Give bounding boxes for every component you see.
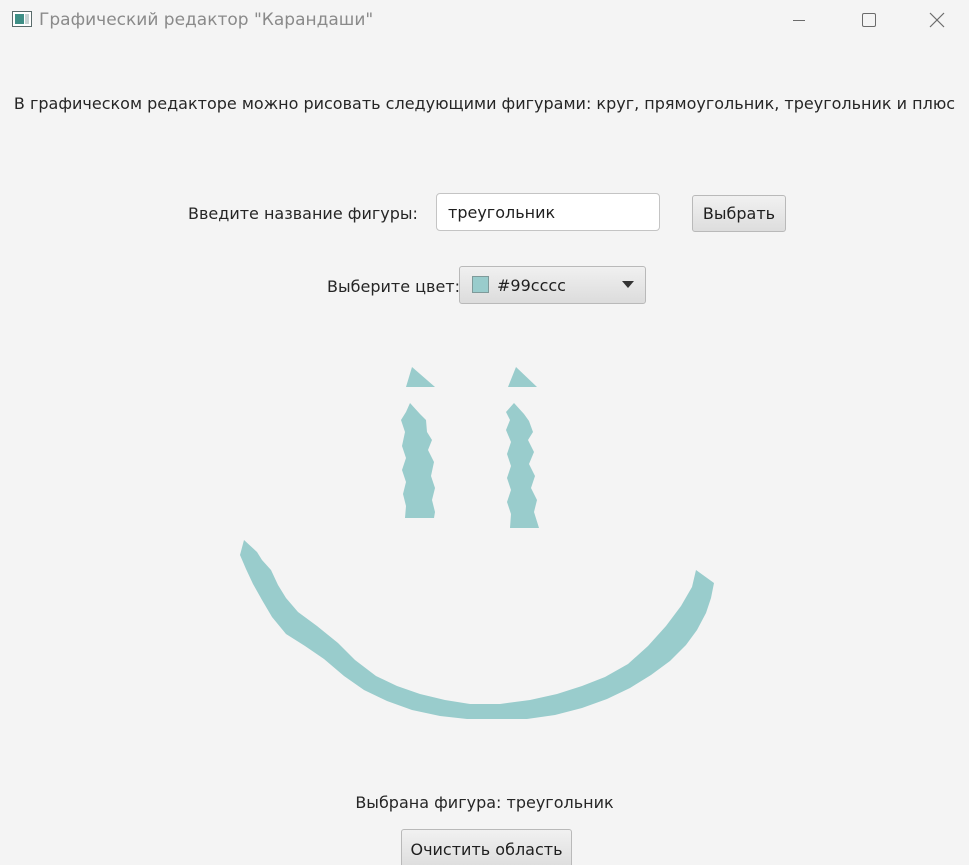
drawing-strokes	[240, 367, 714, 719]
color-label: Выберите цвет:	[327, 277, 460, 296]
window-title: Графический редактор "Карандаши"	[39, 10, 374, 30]
select-shape-button[interactable]: Выбрать	[692, 195, 786, 232]
maximize-button[interactable]	[834, 0, 904, 40]
close-button[interactable]	[904, 0, 969, 40]
shape-name-label: Введите название фигуры:	[188, 204, 418, 223]
title-bar[interactable]: Графический редактор "Карандаши"	[0, 0, 969, 40]
shape-name-input[interactable]	[436, 193, 660, 231]
right-eye-stroke	[506, 403, 539, 528]
description-text: В графическом редакторе можно рисовать с…	[13, 94, 956, 113]
drawing-surface	[240, 367, 714, 719]
color-picker[interactable]: #99cccc	[459, 266, 646, 304]
chevron-down-icon	[622, 281, 634, 288]
color-swatch	[472, 276, 489, 293]
right-eye-top-stroke	[508, 367, 537, 387]
selected-shape-status: Выбрана фигура: треугольник	[355, 793, 614, 812]
drawing-canvas[interactable]	[0, 330, 969, 770]
minimize-button[interactable]	[764, 0, 834, 40]
color-value: #99cccc	[497, 276, 566, 295]
app-icon	[12, 11, 32, 27]
clear-canvas-button[interactable]: Очистить область	[401, 829, 572, 865]
smile-stroke	[240, 540, 714, 719]
minimize-icon	[793, 20, 805, 21]
left-eye-top-stroke	[406, 367, 435, 387]
maximize-icon	[862, 13, 876, 27]
left-eye-stroke	[401, 403, 435, 518]
close-icon	[929, 12, 944, 28]
app-window: Графический редактор "Карандаши" В графи…	[0, 0, 969, 865]
